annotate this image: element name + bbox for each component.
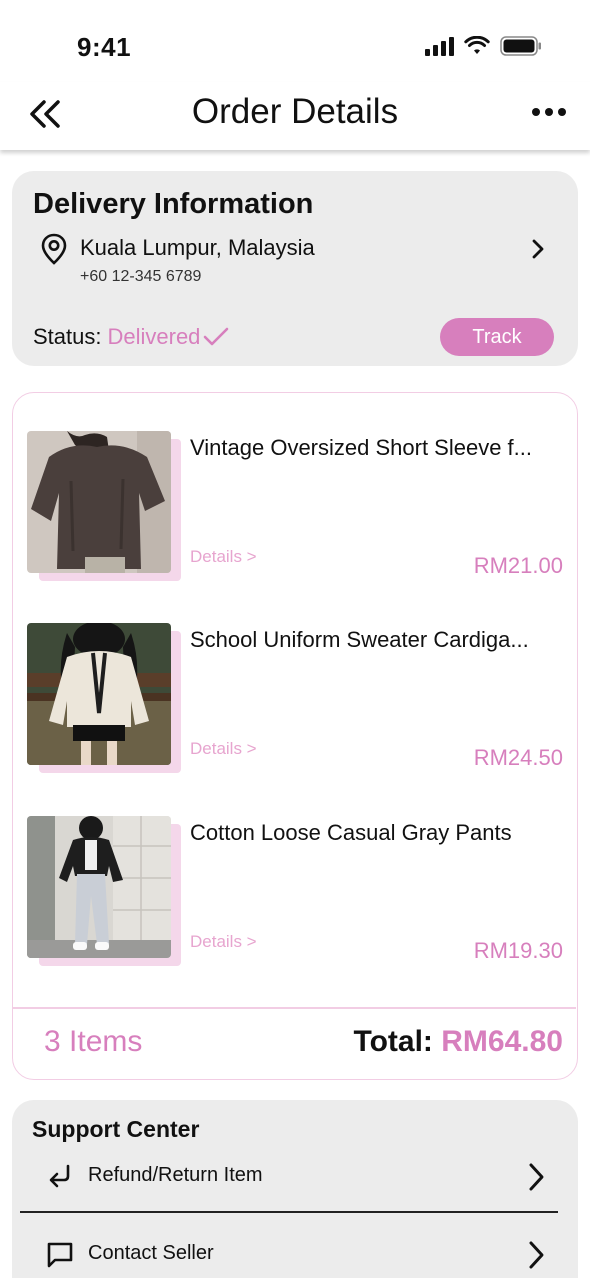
checkmark-icon bbox=[204, 327, 229, 346]
product-thumbnail[interactable] bbox=[27, 816, 183, 966]
location-pin-icon bbox=[41, 233, 67, 265]
status-icons bbox=[425, 36, 542, 56]
status-time: 9:41 bbox=[77, 32, 132, 62]
order-total: Total: RM64.80 bbox=[353, 1025, 563, 1059]
cellular-signal-icon bbox=[425, 36, 454, 56]
product-thumbnail[interactable] bbox=[27, 431, 183, 581]
chevron-right-icon[interactable] bbox=[527, 1162, 545, 1192]
delivery-status: Status: Delivered bbox=[33, 324, 230, 350]
item-details-link[interactable]: Details > bbox=[190, 547, 257, 567]
list-item[interactable]: School Uniform Sweater Cardiga... Detail… bbox=[13, 623, 579, 773]
wifi-icon bbox=[464, 36, 490, 54]
summary-divider bbox=[13, 1007, 576, 1009]
delivery-title: Delivery Information bbox=[33, 188, 314, 220]
track-button[interactable]: Track bbox=[440, 318, 554, 356]
battery-icon bbox=[500, 36, 541, 56]
chevron-right-icon[interactable] bbox=[527, 1240, 545, 1270]
list-item[interactable]: Vintage Oversized Short Sleeve f... Deta… bbox=[13, 431, 579, 581]
refund-return-label: Refund/Return Item bbox=[88, 1164, 263, 1186]
delivery-info-card: Delivery Information Kuala Lumpur, Malay… bbox=[12, 171, 578, 366]
contact-seller-row[interactable]: Contact Seller bbox=[12, 1230, 578, 1278]
total-label: Total: bbox=[353, 1025, 433, 1058]
refund-return-row[interactable]: Refund/Return Item bbox=[12, 1152, 578, 1202]
status-value: Delivered bbox=[107, 324, 201, 349]
return-arrow-icon bbox=[49, 1164, 70, 1188]
chevron-right-icon[interactable] bbox=[531, 239, 545, 259]
product-thumbnail[interactable] bbox=[27, 623, 183, 773]
support-divider bbox=[20, 1211, 558, 1213]
item-price: RM21.00 bbox=[473, 553, 563, 578]
status-label: Status: bbox=[33, 324, 102, 349]
page-title: Order Details bbox=[191, 92, 399, 131]
delivery-phone: +60 12-345 6789 bbox=[80, 268, 202, 285]
product-image-brown-tshirt bbox=[27, 431, 171, 573]
chat-bubble-icon bbox=[47, 1242, 73, 1268]
item-details-link[interactable]: Details > bbox=[190, 739, 257, 759]
list-item[interactable]: Cotton Loose Casual Gray Pants Details >… bbox=[13, 816, 579, 966]
item-name[interactable]: Vintage Oversized Short Sleeve f... bbox=[190, 435, 566, 461]
contact-seller-label: Contact Seller bbox=[88, 1242, 214, 1264]
product-image-gray-pants bbox=[27, 816, 171, 958]
ellipsis-icon[interactable] bbox=[532, 108, 566, 116]
item-name[interactable]: Cotton Loose Casual Gray Pants bbox=[190, 820, 566, 846]
product-image-cardigan bbox=[27, 623, 171, 765]
items-count: 3 Items bbox=[44, 1025, 143, 1058]
support-center-card: Support Center Refund/Return Item Contac… bbox=[12, 1100, 578, 1278]
order-items-card: Vintage Oversized Short Sleeve f... Deta… bbox=[12, 392, 578, 1080]
item-price: RM19.30 bbox=[473, 938, 563, 963]
nav-bar: Order Details bbox=[0, 82, 590, 150]
delivery-address: Kuala Lumpur, Malaysia bbox=[80, 235, 315, 260]
status-bar: 9:41 bbox=[0, 0, 590, 90]
item-details-link[interactable]: Details > bbox=[190, 932, 257, 952]
total-value: RM64.80 bbox=[441, 1025, 563, 1058]
item-name[interactable]: School Uniform Sweater Cardiga... bbox=[190, 627, 566, 653]
support-title: Support Center bbox=[32, 1116, 200, 1142]
item-price: RM24.50 bbox=[473, 745, 563, 770]
